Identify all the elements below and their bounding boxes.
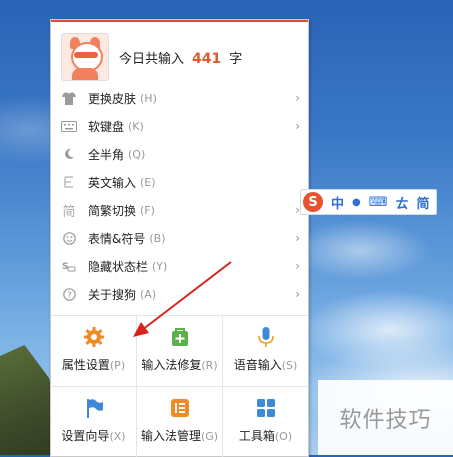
grid-shortcut: (R) (201, 359, 218, 372)
grid-button-repair[interactable]: 输入法修复(R) (137, 316, 222, 386)
microphone-icon (255, 326, 277, 348)
simplified-toggle[interactable]: 简 (417, 193, 430, 212)
menu-item-label: 软键盘 (88, 119, 125, 134)
menu-item-shortcut: (F) (140, 203, 155, 217)
jian-char-icon: 简 (62, 204, 76, 220)
grid-label: 输入法管理 (140, 429, 201, 443)
shirt-icon (59, 88, 79, 108)
gear-icon (83, 326, 105, 348)
typing-stats: 今日共输入 441 字 (119, 48, 242, 67)
grid-shortcut: (P) (109, 359, 126, 372)
menu-item-label: 英文输入 (88, 175, 137, 190)
sogou-context-menu: 今日共输入 441 字 更换皮肤 (H) › 软键盘 (K) › 全半角 (Q)… (50, 19, 309, 457)
help-icon: ? (59, 284, 79, 304)
sogou-mascot-avatar (61, 33, 109, 81)
stats-prefix: 今日共输入 (119, 51, 185, 67)
sogou-logo-icon[interactable]: S (303, 192, 323, 212)
menu-item-shortcut: (H) (140, 91, 157, 105)
menu-item-hide-statusbar[interactable]: S 隐藏状态栏 (Y) › (51, 252, 308, 280)
menu-item-shortcut: (B) (149, 231, 166, 245)
chevron-right-icon: › (295, 119, 300, 133)
grid-button-setup-wizard[interactable]: 设置向导(X) (51, 387, 136, 457)
menu-item-about[interactable]: ? 关于搜狗 (A) › (51, 280, 308, 308)
keyboard-icon (59, 116, 79, 136)
english-e-icon (59, 172, 79, 192)
grid-shortcut: (S) (281, 359, 298, 372)
chevron-right-icon: › (295, 259, 300, 273)
manager-icon (169, 397, 191, 419)
ime-status-bar[interactable]: S 中 ● ⌨ ㄊ 简 (300, 189, 437, 215)
chevron-right-icon: › (295, 231, 300, 245)
menu-item-shortcut: (A) (140, 287, 157, 301)
grid-button-voice-input[interactable]: 语音输入(S) (223, 316, 308, 386)
keyboard-icon[interactable]: ⌨ (369, 195, 388, 210)
quick-actions-grid: 属性设置(P) 输入法修复(R) 语音输入(S) 设置向导(X) 输入法管理(G (51, 315, 308, 457)
menu-item-full-half-width[interactable]: 全半角 (Q) (51, 140, 308, 168)
smiley-icon (59, 228, 79, 248)
menu-items: 更换皮肤 (H) › 软键盘 (K) › 全半角 (Q) 英文输入 (E) 简 … (51, 84, 308, 308)
stats-count: 441 (192, 50, 222, 67)
chinese-mode-toggle[interactable]: 中 (331, 193, 344, 212)
moon-icon (59, 144, 79, 164)
menu-item-emoji-symbols[interactable]: 表情&符号 (B) › (51, 224, 308, 252)
stats-suffix: 字 (229, 51, 243, 67)
grid-label: 属性设置 (61, 358, 110, 372)
chevron-right-icon: › (295, 287, 300, 301)
menu-header: 今日共输入 441 字 (61, 32, 242, 82)
menu-top-accent (51, 20, 308, 22)
grid-label: 语音输入 (233, 358, 282, 372)
menu-item-simplified-traditional[interactable]: 简 简繁切换 (F) › (51, 196, 308, 224)
svg-text:S: S (62, 262, 68, 272)
toolbox-shortcut-icon[interactable]: ㄊ (396, 193, 409, 212)
hide-statusbar-icon: S (59, 256, 79, 276)
chevron-right-icon: › (295, 91, 300, 105)
flag-icon (83, 397, 105, 419)
grid-label: 工具箱 (238, 429, 275, 443)
svg-text:?: ? (67, 291, 72, 301)
menu-item-shortcut: (K) (128, 119, 144, 133)
menu-item-shortcut: (E) (140, 175, 156, 189)
menu-item-label: 简繁切换 (88, 203, 137, 218)
menu-item-soft-keyboard[interactable]: 软键盘 (K) › (51, 112, 308, 140)
grid-shortcut: (O) (274, 430, 293, 443)
menu-item-english-input[interactable]: 英文输入 (E) (51, 168, 308, 196)
grid-button-ime-manager[interactable]: 输入法管理(G) (137, 387, 222, 457)
grid-label: 设置向导 (61, 429, 110, 443)
grid-shortcut: (G) (200, 430, 219, 443)
menu-item-label: 关于搜狗 (88, 287, 137, 302)
menu-item-skin[interactable]: 更换皮肤 (H) › (51, 84, 308, 112)
grid-shortcut: (X) (109, 430, 126, 443)
menu-item-shortcut: (Y) (152, 259, 168, 273)
punctuation-icon[interactable]: ● (352, 197, 361, 208)
grid-button-toolbox[interactable]: 工具箱(O) (223, 387, 308, 457)
watermark: 软件技巧 (318, 380, 453, 455)
menu-item-label: 全半角 (88, 147, 125, 162)
menu-item-shortcut: (Q) (128, 147, 146, 161)
grid-button-properties[interactable]: 属性设置(P) (51, 316, 136, 386)
menu-item-label: 隐藏状态栏 (88, 259, 149, 274)
watermark-text: 软件技巧 (339, 407, 432, 433)
grid-label: 输入法修复 (141, 358, 202, 372)
menu-item-label: 更换皮肤 (88, 91, 137, 106)
menu-item-label: 表情&符号 (88, 231, 146, 246)
toolbox-icon (255, 397, 277, 419)
repair-bag-icon (169, 326, 191, 348)
